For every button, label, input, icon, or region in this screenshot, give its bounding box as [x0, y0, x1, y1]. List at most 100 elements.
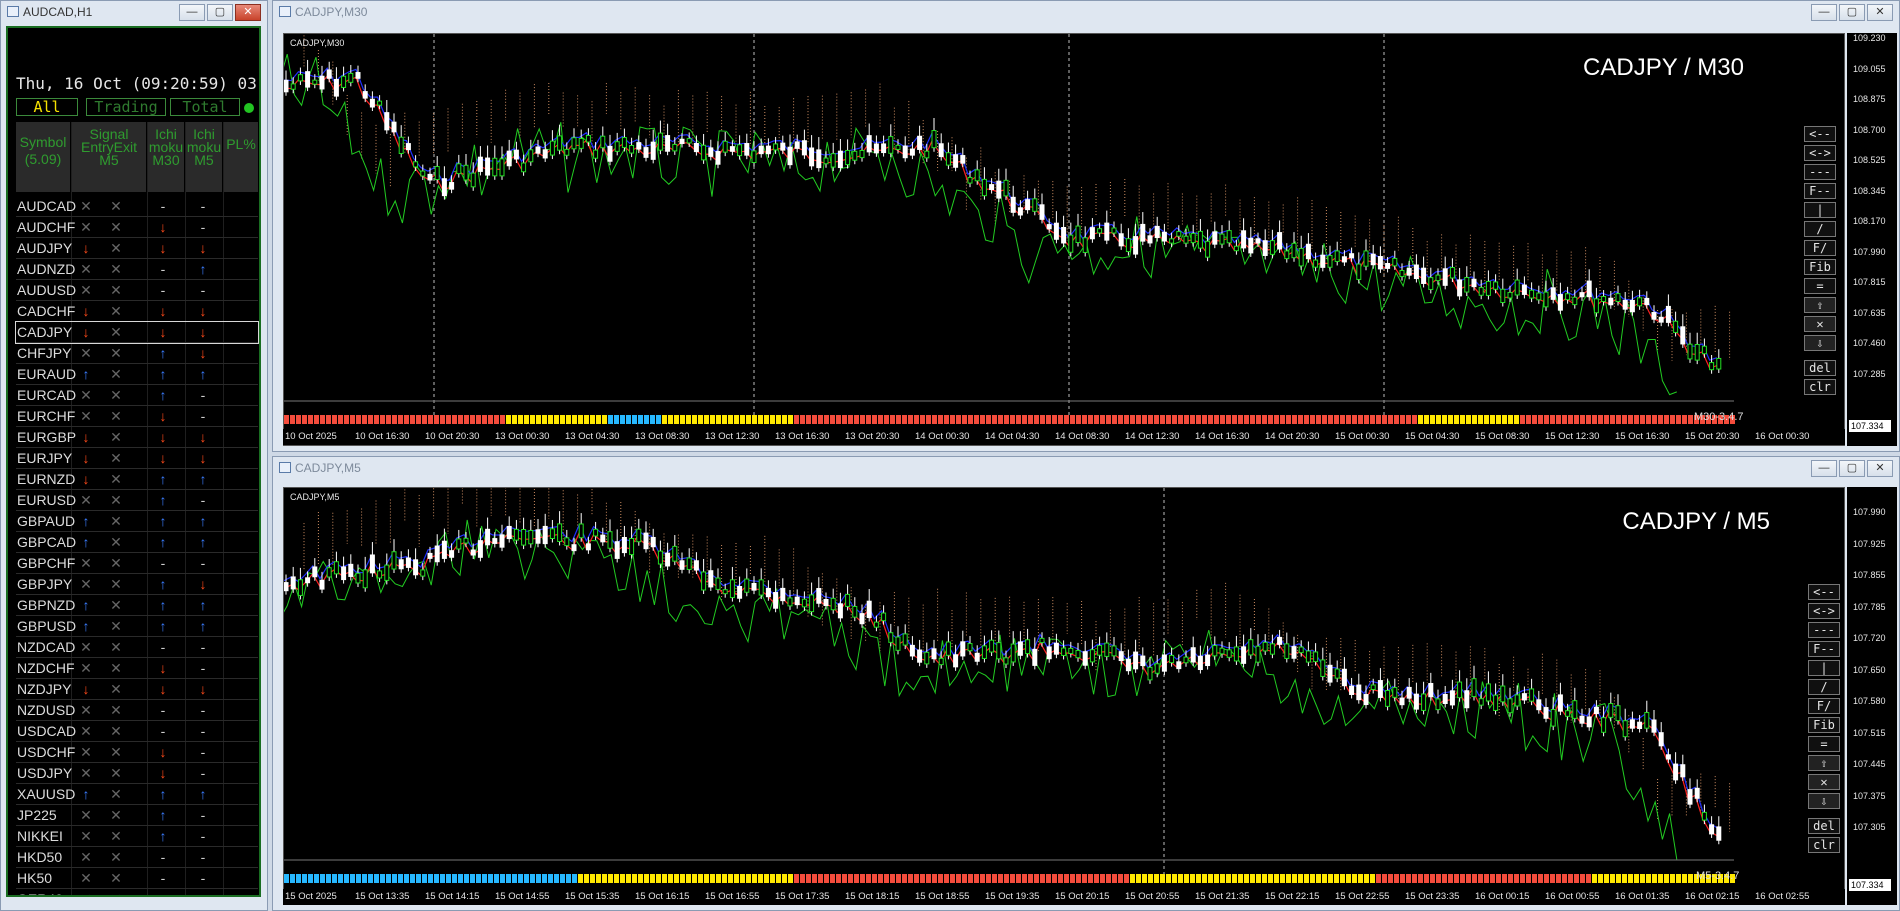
time-tick: 13 Oct 12:30 [705, 431, 760, 442]
filter-total-button[interactable]: Total [170, 98, 240, 116]
tool-button[interactable]: <-- [1804, 126, 1836, 142]
chart-canvas-m5[interactable]: CADJPY,M5 CADJPY / M5 <-- <-> --- F-- | / F/Fi… [283, 487, 1845, 905]
symbol-row[interactable]: EURJPY ↓ ✕ ↓ ↓ [16, 448, 258, 469]
candle-body [1543, 707, 1549, 719]
tool-button[interactable]: Fib [1808, 717, 1840, 733]
minimize-button[interactable]: — [1811, 460, 1837, 477]
symbol-row[interactable]: EURGBP ↓ ✕ ↓ ↓ [16, 427, 258, 448]
symbol-row[interactable]: AUDUSD ✕ ✕ - - [16, 280, 258, 301]
symbol-row[interactable]: GBPNZD ↑ ✕ ↑ ↑ [16, 595, 258, 616]
symbol-row[interactable]: XAUUSD ↑ ✕ ↑ ↑ [16, 784, 258, 805]
tool-button[interactable]: | [1808, 660, 1840, 676]
price-chart-m30[interactable] [284, 34, 1845, 446]
close-button[interactable]: ✕ [1867, 460, 1893, 477]
maximize-button[interactable]: ▢ [207, 4, 233, 21]
arrow-down-icon: ↓ [82, 429, 90, 445]
symbol-row[interactable]: EURCHF ✕ ✕ ↓ - [16, 406, 258, 427]
trend-stripe-cell [884, 874, 889, 883]
tool-button[interactable]: = [1804, 278, 1836, 294]
symbol-row[interactable]: GBPUSD ↑ ✕ ↑ ↑ [16, 616, 258, 637]
symbol-row[interactable]: USDCAD ✕ ✕ - - [16, 721, 258, 742]
tool-button[interactable]: --- [1808, 622, 1840, 638]
tool-button[interactable]: | [1804, 202, 1836, 218]
symbol-row[interactable]: GER40✕✕↓- [16, 889, 258, 895]
tool-button[interactable]: <-> [1808, 603, 1840, 619]
price-chart-m5[interactable] [284, 488, 1845, 905]
symbol-row[interactable]: NZDCHF ✕ ✕ ↓ - [16, 658, 258, 679]
symbol-row[interactable]: EURCAD ✕ ✕ ↑ - [16, 385, 258, 406]
symbol-row[interactable]: CADJPY ↓ ✕ ↓ ↓ [15, 321, 259, 344]
tool-button[interactable]: ⇩ [1808, 793, 1840, 809]
tool-button[interactable]: <-> [1804, 145, 1836, 161]
tool-button[interactable]: F-- [1808, 641, 1840, 657]
market-watch-titlebar[interactable]: AUDCAD,H1 — ▢ ✕ [1, 1, 267, 23]
candle-body [1017, 641, 1023, 656]
tool-button[interactable]: F/ [1804, 240, 1836, 256]
symbol-row[interactable]: EURUSD ✕ ✕ ↑ - [16, 490, 258, 511]
tool-button[interactable]: clr [1804, 379, 1836, 395]
symbol-row[interactable]: GBPJPY ✕ ✕ ↑ ↓ [16, 574, 258, 595]
symbol-row[interactable]: HK50 ✕ ✕ - - [16, 868, 258, 889]
symbol-row[interactable]: USDJPY ✕ ✕ ↓ - [16, 763, 258, 784]
tool-button[interactable]: ⇧ [1804, 297, 1836, 313]
tool-button[interactable]: ⇩ [1804, 335, 1836, 351]
candle-body [297, 74, 303, 82]
arrow-up-icon: ↑ [82, 534, 90, 550]
symbol-row[interactable]: AUDJPY ↓ ✕ ↓ ↓ [16, 238, 258, 259]
chart-m5-titlebar[interactable]: CADJPY,M5 — ▢ ✕ [273, 457, 1899, 479]
tool-button[interactable]: ✕ [1808, 774, 1840, 790]
tool-button[interactable]: --- [1804, 164, 1836, 180]
minimize-button[interactable]: — [1811, 4, 1837, 21]
symbol-row[interactable]: AUDNZD ✕ ✕ - ↑ [16, 259, 258, 280]
candle-body [909, 148, 915, 156]
tool-button[interactable]: / [1804, 221, 1836, 237]
trend-stripe-cell [728, 415, 733, 424]
trend-stripe-cell [1112, 874, 1117, 883]
chart-canvas-m30[interactable]: CADJPY,M30 CADJPY / M30 <-- <-> --- F-- | / F/… [283, 33, 1845, 446]
symbol-row[interactable]: AUDCAD ✕ ✕ - - [16, 196, 258, 217]
filter-all-button[interactable]: All [16, 98, 78, 116]
candle-body [1608, 297, 1614, 306]
symbol-row[interactable]: HKD50 ✕ ✕ - - [16, 847, 258, 868]
trend-stripe-cell [1304, 874, 1309, 883]
symbol-row[interactable]: AUDCHF ✕ ✕ ↓ - [16, 217, 258, 238]
tool-button[interactable]: del [1808, 818, 1840, 834]
symbol-row[interactable]: GBPCHF ✕ ✕ - - [16, 553, 258, 574]
tool-button[interactable]: ⇧ [1808, 755, 1840, 771]
filter-trading-button[interactable]: Trading [86, 98, 166, 116]
arrow-up-icon: ↑ [159, 513, 167, 529]
tool-button[interactable]: F-- [1804, 183, 1836, 199]
minimize-button[interactable]: — [179, 4, 205, 21]
symbol-row[interactable]: CHFJPY ✕ ✕ ↑ ↓ [16, 343, 258, 364]
close-button[interactable]: ✕ [235, 4, 261, 21]
trend-stripe-cell [1076, 415, 1081, 424]
symbol-row[interactable]: NIKKEI ✕ ✕ ↑ - [16, 826, 258, 847]
dash-icon: - [200, 408, 206, 424]
symbol-row[interactable]: NZDJPY ↓ ✕ ↓ ↓ [16, 679, 258, 700]
tool-button[interactable]: / [1808, 679, 1840, 695]
trend-stripe-cell [1484, 874, 1489, 883]
tool-button[interactable]: ✕ [1804, 316, 1836, 332]
tool-button[interactable]: <-- [1808, 584, 1840, 600]
symbol-row[interactable]: EURNZD ↓ ✕ ↑ ↑ [16, 469, 258, 490]
close-button[interactable]: ✕ [1867, 4, 1893, 21]
trend-stripe-cell [1466, 874, 1471, 883]
symbol-row[interactable]: JP225 ✕ ✕ ↑ - [16, 805, 258, 826]
symbol-row[interactable]: GBPAUD ↑ ✕ ↑ ↑ [16, 511, 258, 532]
cross-icon: ✕ [80, 744, 92, 760]
tool-button[interactable]: Fib [1804, 259, 1836, 275]
symbol-row[interactable]: NZDUSD ✕ ✕ - - [16, 700, 258, 721]
symbol-row[interactable]: GBPCAD ↑ ✕ ↑ ↑ [16, 532, 258, 553]
maximize-button[interactable]: ▢ [1839, 4, 1865, 21]
symbol-row[interactable]: EURAUD ↑ ✕ ↑ ↑ [16, 364, 258, 385]
chart-m30-titlebar[interactable]: CADJPY,M30 — ▢ ✕ [273, 1, 1899, 23]
symbol-row[interactable]: NZDCAD ✕ ✕ - - [16, 637, 258, 658]
time-tick: 15 Oct 08:30 [1475, 431, 1530, 442]
symbol-row[interactable]: USDCHF ✕ ✕ ↓ - [16, 742, 258, 763]
tool-button[interactable]: clr [1808, 837, 1840, 853]
symbol-row[interactable]: CADCHF ↓ ✕ ↓ ↓ [16, 301, 258, 322]
maximize-button[interactable]: ▢ [1839, 460, 1865, 477]
tool-button[interactable]: = [1808, 736, 1840, 752]
tool-button[interactable]: del [1804, 360, 1836, 376]
tool-button[interactable]: F/ [1808, 698, 1840, 714]
